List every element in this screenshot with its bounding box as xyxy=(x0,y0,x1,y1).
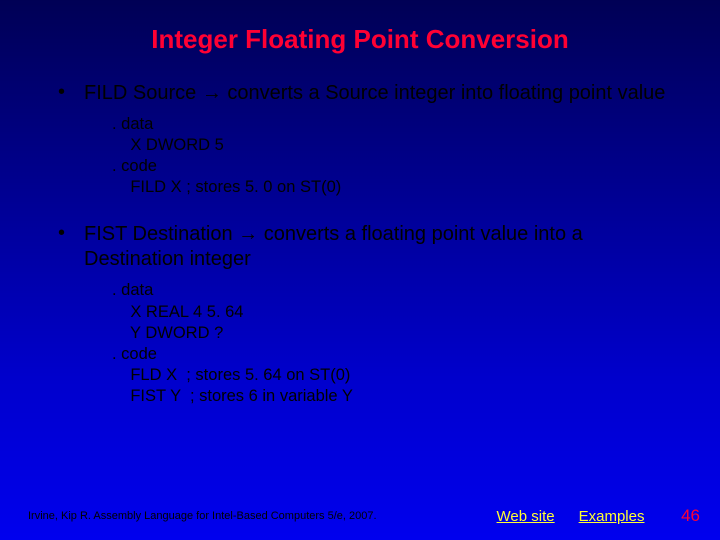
code-block-1: . data X DWORD 5 . code FILD X ; stores … xyxy=(112,114,680,198)
slide-title: Integer Floating Point Conversion xyxy=(0,0,720,55)
bullet-fist: • FIST Destination → converts a floating… xyxy=(58,222,680,272)
slide-footer: Irvine, Kip R. Assembly Language for Int… xyxy=(0,506,720,526)
code-line: . code xyxy=(112,344,680,365)
bullet-text: FILD Source → converts a Source integer … xyxy=(84,81,680,106)
bullet-fild: • FILD Source → converts a Source intege… xyxy=(58,81,680,106)
footer-links: Web site Examples xyxy=(497,508,645,525)
link-website[interactable]: Web site xyxy=(497,508,555,525)
code-line: X DWORD 5 xyxy=(112,135,680,156)
bullet-dot: • xyxy=(58,81,84,106)
slide-content: • FILD Source → converts a Source intege… xyxy=(0,81,720,407)
code-line: . code xyxy=(112,156,680,177)
bullet-text: FIST Destination → converts a floating p… xyxy=(84,222,680,272)
code-line: . data xyxy=(112,114,680,135)
page-number: 46 xyxy=(681,506,700,526)
code-line: Y DWORD ? xyxy=(112,323,680,344)
code-block-2: . data X REAL 4 5. 64 Y DWORD ? . code F… xyxy=(112,280,680,407)
link-examples[interactable]: Examples xyxy=(579,508,645,525)
code-line: FIST Y ; stores 6 in variable Y xyxy=(112,386,680,407)
code-line: . data xyxy=(112,280,680,301)
footer-citation: Irvine, Kip R. Assembly Language for Int… xyxy=(28,510,377,522)
bullet-dot: • xyxy=(58,222,84,272)
code-line: X REAL 4 5. 64 xyxy=(112,302,680,323)
code-line: FILD X ; stores 5. 0 on ST(0) xyxy=(112,177,680,198)
code-line: FLD X ; stores 5. 64 on ST(0) xyxy=(112,365,680,386)
